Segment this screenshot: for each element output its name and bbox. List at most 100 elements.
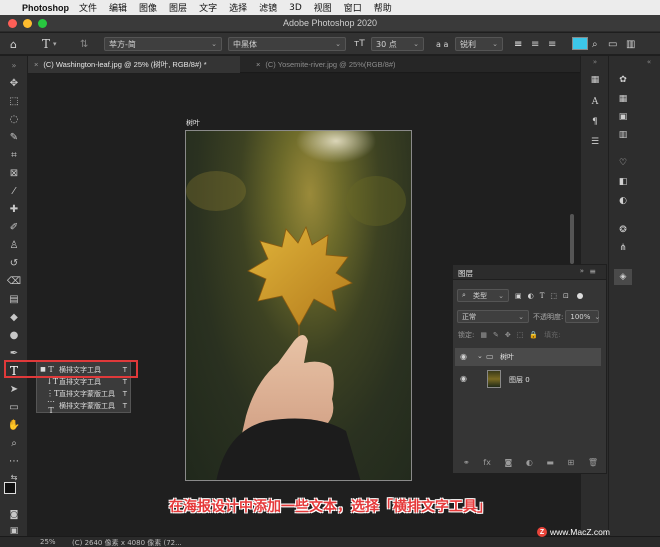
color-panel-icon[interactable]: ✿ [616,74,630,86]
fx-icon[interactable]: fx [483,458,491,467]
menu-help[interactable]: 帮助 [374,1,392,14]
eye-icon[interactable]: ◉ [460,374,467,383]
pen-tool-icon[interactable]: ✒ [6,346,22,360]
foreground-color[interactable] [4,482,16,494]
clone-stamp-tool-icon[interactable]: ♙ [6,238,22,252]
adjustment-layer-icon[interactable]: ◐ [526,458,533,467]
align-left-icon[interactable]: ≡ [514,37,522,51]
menu-select[interactable]: 选择 [229,1,247,14]
layer-group-row[interactable]: ◉ ⌄ ▭ 树叶 [455,348,601,366]
eraser-tool-icon[interactable]: ⌫ [6,274,22,288]
libraries-panel-icon[interactable]: ◧ [616,176,630,188]
paths-panel-icon[interactable]: ⋔ [616,242,630,254]
expand-icon[interactable]: « [642,56,656,68]
align-right-icon[interactable]: ≡ [548,37,556,51]
history-brush-tool-icon[interactable]: ↺ [6,256,22,270]
font-size-select[interactable]: 30 点 ⌄ [371,37,424,51]
menu-filter[interactable]: 滤镜 [259,1,277,14]
glyphs-panel-icon[interactable]: ☰ [588,136,602,148]
learn-panel-icon[interactable]: ♡ [616,157,630,169]
brush-tool-icon[interactable]: ✐ [6,220,22,234]
marquee-tool-icon[interactable]: ⬚ [6,94,22,108]
zoom-level[interactable]: 25% [40,538,56,546]
menu-type[interactable]: 文字 [199,1,217,14]
tab-washington-leaf[interactable]: × (C) Washington-leaf.jpg @ 25% (树叶, RGB… [28,56,240,73]
swatches-panel-icon[interactable]: ▦ [616,93,630,105]
chevron-down-icon[interactable]: ⌄ [477,352,483,360]
toggle-text-orientation-icon[interactable]: ⇅ [80,37,88,51]
path-select-tool-icon[interactable]: ➤ [6,382,22,396]
menu-image[interactable]: 图像 [139,1,157,14]
panels-icon[interactable]: ▥ [626,37,635,51]
filter-pixel-icon[interactable]: ▣ [515,292,522,300]
font-family-select[interactable]: 苹方-简 ⌄ [104,37,222,51]
lock-position-icon[interactable]: ✥ [505,331,511,339]
font-style-select[interactable]: 中黑体 ⌄ [228,37,346,51]
eye-icon[interactable]: ◉ [460,352,467,361]
adjustments-panel-icon[interactable]: ◐ [616,195,630,207]
layer-row[interactable]: ◉ 图层 0 [455,367,601,391]
menu-window[interactable]: 窗口 [344,1,362,14]
filter-smart-icon[interactable]: ⊡ [563,292,569,300]
align-center-icon[interactable]: ≡ [531,37,539,51]
blur-tool-icon[interactable]: ◆ [6,310,22,324]
quick-select-tool-icon[interactable]: ✎ [6,130,22,144]
group-icon[interactable]: ▬ [546,458,554,467]
move-tool-icon[interactable]: ✥ [6,76,22,90]
dodge-tool-icon[interactable]: ● [6,328,22,342]
history-icon[interactable]: ▦ [588,74,602,86]
layers-panel-icon[interactable]: ◈ [614,269,632,285]
document-info[interactable]: (C) 2640 像素 x 4080 像素 (72... [72,538,182,547]
paragraph-panel-icon[interactable]: ¶ [588,116,602,128]
gradient-tool-icon[interactable]: ▤ [6,292,22,306]
opacity-input[interactable]: 100% ⌄ [565,310,600,323]
lock-image-icon[interactable]: ✎ [493,331,499,339]
healing-brush-tool-icon[interactable]: ✚ [6,202,22,216]
crop-tool-icon[interactable]: ⌗ [6,148,22,162]
horizontal-type-mask-tool-item[interactable]: ⋯T 横排文字蒙版工具 T [37,397,132,415]
filter-toggle[interactable] [576,292,583,299]
link-icon[interactable]: ⚭ [463,458,470,467]
expand-icon[interactable]: » [588,56,602,68]
text-color-swatch[interactable] [572,37,588,50]
hand-tool-icon[interactable]: ✋ [6,418,22,432]
menu-view[interactable]: 视图 [314,1,332,14]
menu-3d[interactable]: 3D [289,3,302,13]
eyedropper-tool-icon[interactable]: ⁄ [6,184,22,198]
type-tool-preset[interactable]: T ▾ [42,37,57,51]
lock-transparent-icon[interactable]: ▦ [480,331,487,339]
blend-mode-select[interactable]: 正常 ⌄ [457,310,529,323]
lasso-tool-icon[interactable]: ◌ [6,112,22,126]
menu-layer[interactable]: 图层 [169,1,187,14]
close-icon[interactable]: × [34,60,38,69]
channels-panel-icon[interactable]: ❂ [616,224,630,236]
trash-icon[interactable]: 🗑 [588,458,598,467]
filter-type-icon[interactable]: T [540,292,545,300]
character-panel-icon[interactable]: A [588,96,602,108]
panel-menu-icon[interactable]: ≡ [589,267,596,276]
lock-all-icon[interactable]: 🔒 [529,331,538,339]
canvas-scrollbar[interactable] [570,214,574,264]
tab-yosemite-river[interactable]: × (C) Yosemite-river.jpg @ 25%(RGB/8#) [250,56,460,73]
rectangle-tool-icon[interactable]: ▭ [6,400,22,414]
frame-tool-icon[interactable]: ⊠ [6,166,22,180]
zoom-tool-icon[interactable]: ⌕ [6,436,22,450]
new-layer-icon[interactable]: ⊞ [568,458,575,467]
app-menu[interactable]: Photoshop [22,3,69,13]
more-tools-icon[interactable]: ⋯ [6,454,22,468]
home-icon[interactable]: ⌂ [10,37,17,51]
menu-file[interactable]: 文件 [79,1,97,14]
workspace-icon[interactable]: ▭ [608,37,617,51]
patterns-panel-icon[interactable]: ▥ [616,129,630,141]
lock-artboard-icon[interactable]: ⬚ [517,331,524,339]
search-icon[interactable]: ⌕ [592,37,598,51]
menu-edit[interactable]: 编辑 [109,1,127,14]
close-icon[interactable]: × [256,60,260,69]
document-image[interactable] [185,130,412,481]
filter-adjustment-icon[interactable]: ◐ [528,292,534,300]
collapse-icon[interactable]: » [580,267,584,275]
collapse-icon[interactable]: » [6,58,22,72]
gradients-panel-icon[interactable]: ▣ [616,111,630,123]
mask-icon[interactable]: ◙ [504,458,512,467]
filter-kind-select[interactable]: ⌕ 类型 ⌄ [457,289,509,302]
